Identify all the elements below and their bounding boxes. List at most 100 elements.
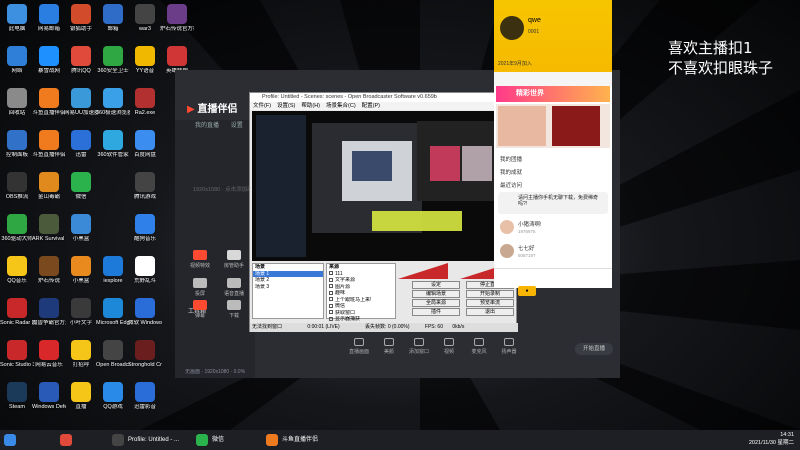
taskbar-item[interactable]: 微信: [196, 433, 224, 447]
desktop-icon[interactable]: 360软件管家: [96, 130, 130, 168]
desktop-icon[interactable]: 腾讯QQ: [64, 46, 98, 84]
desktop-icon[interactable]: Sonic Studio 3: [0, 340, 34, 378]
desktop-icon[interactable]: 回收站: [0, 88, 34, 126]
desktop-icon[interactable]: QQ游戏: [96, 382, 130, 420]
desktop-icon[interactable]: 银狐助手: [64, 4, 98, 42]
desktop-icon[interactable]: 百度网盘: [128, 130, 162, 168]
bottom-bar-item[interactable]: 麦克风: [465, 338, 493, 355]
desktop-icon[interactable]: 控制面板: [0, 130, 34, 168]
desktop-icon[interactable]: 炉石传说官方插件: [160, 4, 194, 42]
menu-my-group[interactable]: 我的团播: [500, 155, 522, 163]
bottom-bar-item[interactable]: 扬声器: [495, 338, 523, 355]
desktop-icon[interactable]: 360极速浏览器: [96, 88, 130, 126]
desktop-icon[interactable]: OBS推流: [0, 172, 34, 210]
menu-recent[interactable]: 最近访问: [500, 181, 522, 189]
promo-banner[interactable]: 精彩世界: [496, 86, 610, 102]
source-row[interactable]: 显示器捕获: [327, 316, 395, 323]
system-clock[interactable]: 14:31 2021/11/30 星期二: [749, 431, 794, 447]
desktop-icon[interactable]: 魔兽争霸官方对战平台: [32, 298, 66, 336]
desktop-icon[interactable]: 小黑盒: [64, 214, 98, 252]
desktop-icon[interactable]: YY语音: [128, 46, 162, 84]
desktop-icon[interactable]: Stronghold Crusader...: [128, 340, 162, 378]
obs-button[interactable]: 编辑场景: [412, 290, 460, 298]
start-live-button[interactable]: 开始直播: [575, 343, 613, 355]
source-checkbox[interactable]: [329, 303, 333, 308]
desktop-icon[interactable]: iexplore: [96, 256, 130, 294]
desktop-icon[interactable]: 网易邮箱: [32, 4, 66, 42]
desktop-icon[interactable]: 迅雷影音: [128, 382, 162, 420]
desktop-icon[interactable]: Ra2.exe: [128, 88, 162, 126]
obs-button[interactable]: 退出: [466, 308, 514, 316]
desktop-icon[interactable]: Sonic Radar 3: [0, 298, 34, 336]
desktop-icon[interactable]: war3: [128, 4, 162, 42]
avatar[interactable]: [500, 16, 524, 40]
desktop-icon[interactable]: 网易UU加速器: [64, 88, 98, 126]
desktop-icon[interactable]: ARK Survival Evolved: [32, 214, 66, 252]
source-checkbox[interactable]: [329, 290, 333, 295]
desktop-icon[interactable]: 邮箱: [96, 4, 130, 42]
desktop-icon[interactable]: 网易云音乐: [32, 340, 66, 378]
obs-button[interactable]: 插件: [412, 308, 460, 316]
obs-button[interactable]: 开始录制: [466, 290, 514, 298]
desktop-icon[interactable]: 金山毒霸: [32, 172, 66, 210]
desktop-icon[interactable]: 打招呼: [64, 340, 98, 378]
desktop-icon[interactable]: 小黑盒: [64, 256, 98, 294]
desktop-icon[interactable]: 微软 Windows...: [128, 298, 162, 336]
bottom-bar-item[interactable]: 添加窗口: [405, 338, 433, 355]
obs-menu-item[interactable]: 帮助(H): [301, 103, 320, 109]
obs-menu-item[interactable]: 场景集合(C): [326, 103, 356, 109]
source-checkbox[interactable]: [329, 297, 333, 302]
tool-item[interactable]: 下载: [219, 300, 249, 326]
bottom-bar-item[interactable]: 美颜: [375, 338, 403, 355]
tool-item[interactable]: 弹幕: [185, 300, 215, 326]
taskbar-item[interactable]: 斗鱼直播伴侣: [266, 433, 318, 447]
tool-item[interactable]: 视频特效: [185, 250, 215, 276]
yellow-tag-button[interactable]: ●: [518, 286, 536, 296]
scene-row[interactable]: 场景 3: [253, 284, 323, 291]
menu-achievements[interactable]: 我的成就: [500, 168, 522, 176]
desktop-icon[interactable]: 斗鱼直播伴侣: [32, 88, 66, 126]
desktop-icon[interactable]: 360驱动大师: [0, 214, 34, 252]
bottom-bar-item[interactable]: 视频: [435, 338, 463, 355]
desktop-icon[interactable]: 微信: [64, 172, 98, 210]
start-icon[interactable]: [4, 434, 16, 446]
obs-menu-item[interactable]: 文件(F): [253, 103, 271, 109]
desktop-icon[interactable]: 直播: [64, 382, 98, 420]
desktop-icon[interactable]: Windows Defender ...: [32, 382, 66, 420]
desktop-icon[interactable]: 酷狗音乐: [128, 214, 162, 252]
desktop-icon[interactable]: 荒野乱斗: [128, 256, 162, 294]
desktop-icon[interactable]: 迅雷: [64, 130, 98, 168]
desktop-icon[interactable]: Open Broadcaster...: [96, 340, 130, 378]
source-checkbox[interactable]: [329, 277, 333, 282]
desktop-icon[interactable]: 小叶文字: [64, 298, 98, 336]
desktop-icon[interactable]: Microsoft Edge: [96, 298, 130, 336]
desktop-icon[interactable]: 网络: [0, 46, 34, 84]
desktop-icon[interactable]: Steam: [0, 382, 34, 420]
source-checkbox[interactable]: [329, 271, 333, 276]
obs-menu-item[interactable]: 设置(S): [277, 103, 295, 109]
obs-button[interactable]: 设定: [412, 281, 460, 289]
tab-my-live[interactable]: 我的直播: [195, 123, 219, 129]
desktop-icon[interactable]: QQ音乐: [0, 256, 34, 294]
desktop-icon[interactable]: 此电脑: [0, 4, 34, 42]
desktop-icon[interactable]: 腾讯游戏: [128, 172, 162, 210]
fan-item[interactable]: 小猪涛啊! 1976975: [498, 218, 608, 238]
fan-item[interactable]: 七七好 5087197: [498, 242, 608, 262]
source-checkbox[interactable]: [329, 316, 333, 321]
taskbar-app-icon[interactable]: [60, 434, 72, 446]
source-checkbox[interactable]: [329, 310, 333, 315]
desktop-icon[interactable]: 斗鱼直播伴侣: [32, 130, 66, 168]
bottom-bar-item[interactable]: 直播画面: [345, 338, 373, 355]
chat-input-bar[interactable]: [494, 268, 612, 288]
source-checkbox[interactable]: [329, 284, 333, 289]
tool-item[interactable]: 房管助手: [219, 250, 249, 276]
taskbar-item[interactable]: Profile: Untitled - ...: [112, 433, 179, 447]
desktop-icon[interactable]: 360安全卫士: [96, 46, 130, 84]
desktop-icon[interactable]: 炉石传说: [32, 256, 66, 294]
obs-button[interactable]: 全局来源: [412, 299, 460, 307]
photo-gallery[interactable]: [496, 104, 610, 148]
desktop-icon[interactable]: 暴雪战网: [32, 46, 66, 84]
obs-button[interactable]: 预览串流: [466, 299, 514, 307]
tab-settings[interactable]: 设置: [231, 123, 243, 129]
obs-menu-item[interactable]: 配置(P): [362, 103, 380, 109]
